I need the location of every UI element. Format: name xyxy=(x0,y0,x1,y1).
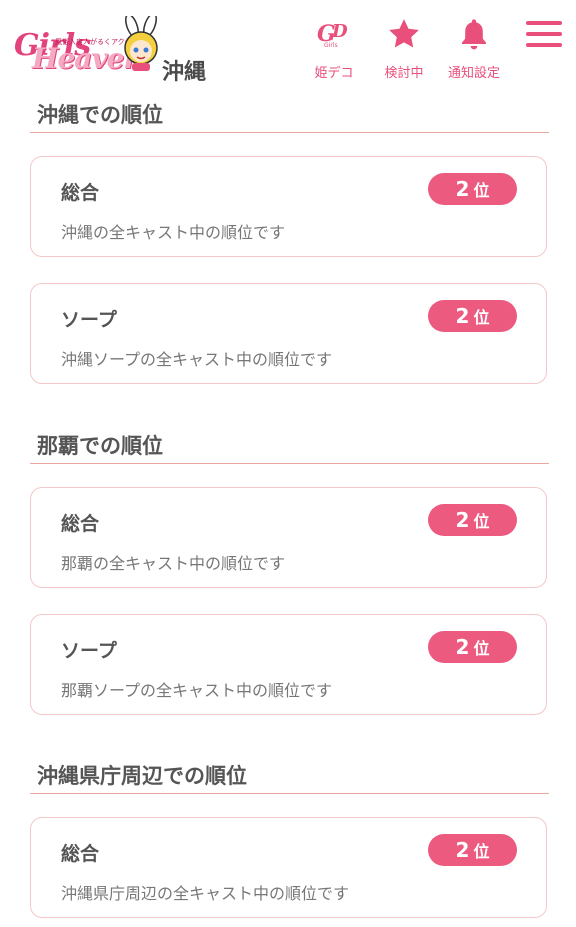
rank-number: 2 xyxy=(455,508,470,532)
card-title: ソープ xyxy=(61,309,117,331)
menu-button[interactable] xyxy=(520,16,568,82)
section-divider xyxy=(30,463,549,464)
section-title-prefectural-office: 沖縄県庁周辺での順位 xyxy=(37,764,247,788)
card-description: 沖縄県庁周辺の全キャスト中の順位です xyxy=(61,884,350,903)
rank-unit: 位 xyxy=(473,512,490,531)
card-description: 沖縄ソープの全キャスト中の順位です xyxy=(61,350,333,369)
rank-card-naha-soap[interactable]: ソープ 那覇ソープの全キャスト中の順位です 2 位 xyxy=(30,614,547,715)
app-header: Girls Heaven 風俗入店人がるくアクセス 沖縄 G D Girls 姫… xyxy=(0,0,576,92)
hime-deco-button[interactable]: G D Girls 姫デコ xyxy=(302,16,366,82)
rank-card-naha-overall[interactable]: 総合 那覇の全キャスト中の順位です 2 位 xyxy=(30,487,547,588)
rank-card-okinawa-soap[interactable]: ソープ 沖縄ソープの全キャスト中の順位です 2 位 xyxy=(30,283,547,384)
rank-badge: 2 位 xyxy=(428,300,517,332)
card-title: ソープ xyxy=(61,640,117,662)
rank-number: 2 xyxy=(455,635,470,659)
favorites-button[interactable]: 検討中 xyxy=(372,16,436,82)
notification-settings-label: 通知設定 xyxy=(447,66,500,81)
card-title: 総合 xyxy=(61,182,100,204)
card-description: 那覇の全キャスト中の順位です xyxy=(61,554,286,573)
rank-number: 2 xyxy=(455,838,470,862)
rank-card-prefectural-office-overall[interactable]: 総合 沖縄県庁周辺の全キャスト中の順位です 2 位 xyxy=(30,817,547,918)
rank-badge: 2 位 xyxy=(428,504,517,536)
section-title-naha: 那覇での順位 xyxy=(37,434,163,458)
rank-badge: 2 位 xyxy=(428,631,517,663)
card-description: 沖縄の全キャスト中の順位です xyxy=(61,223,286,242)
card-description: 那覇ソープの全キャスト中の順位です xyxy=(61,681,333,700)
gd-girls-icon: G D Girls xyxy=(317,21,348,49)
star-icon xyxy=(389,19,419,48)
hamburger-menu-icon xyxy=(526,21,562,47)
rank-unit: 位 xyxy=(473,639,490,658)
rank-unit: 位 xyxy=(473,842,490,861)
page: Girls Heaven 風俗入店人がるくアクセス 沖縄 G D Girls 姫… xyxy=(0,0,576,927)
logo-region: 沖縄 xyxy=(162,60,207,85)
rank-badge: 2 位 xyxy=(428,173,517,205)
rank-card-okinawa-overall[interactable]: 総合 沖縄の全キャスト中の順位です 2 位 xyxy=(30,156,547,257)
mascot-icon xyxy=(124,16,158,71)
section-divider xyxy=(30,793,549,794)
site-logo[interactable]: Girls Heaven 風俗入店人がるくアクセス 沖縄 xyxy=(10,14,215,85)
bell-icon xyxy=(462,19,486,50)
hime-deco-label: 姫デコ xyxy=(314,66,354,81)
notification-settings-button[interactable]: 通知設定 xyxy=(442,16,506,82)
svg-text:Girls: Girls xyxy=(324,42,338,49)
section-divider xyxy=(30,132,549,133)
card-title: 総合 xyxy=(61,843,100,865)
rank-number: 2 xyxy=(455,304,470,328)
svg-text:D: D xyxy=(331,21,348,42)
rank-unit: 位 xyxy=(473,308,490,327)
rank-badge: 2 位 xyxy=(428,834,517,866)
favorites-label: 検討中 xyxy=(384,66,424,81)
rank-number: 2 xyxy=(455,177,470,201)
rank-unit: 位 xyxy=(473,181,490,200)
section-title-okinawa: 沖縄での順位 xyxy=(37,103,163,127)
card-title: 総合 xyxy=(61,513,100,535)
